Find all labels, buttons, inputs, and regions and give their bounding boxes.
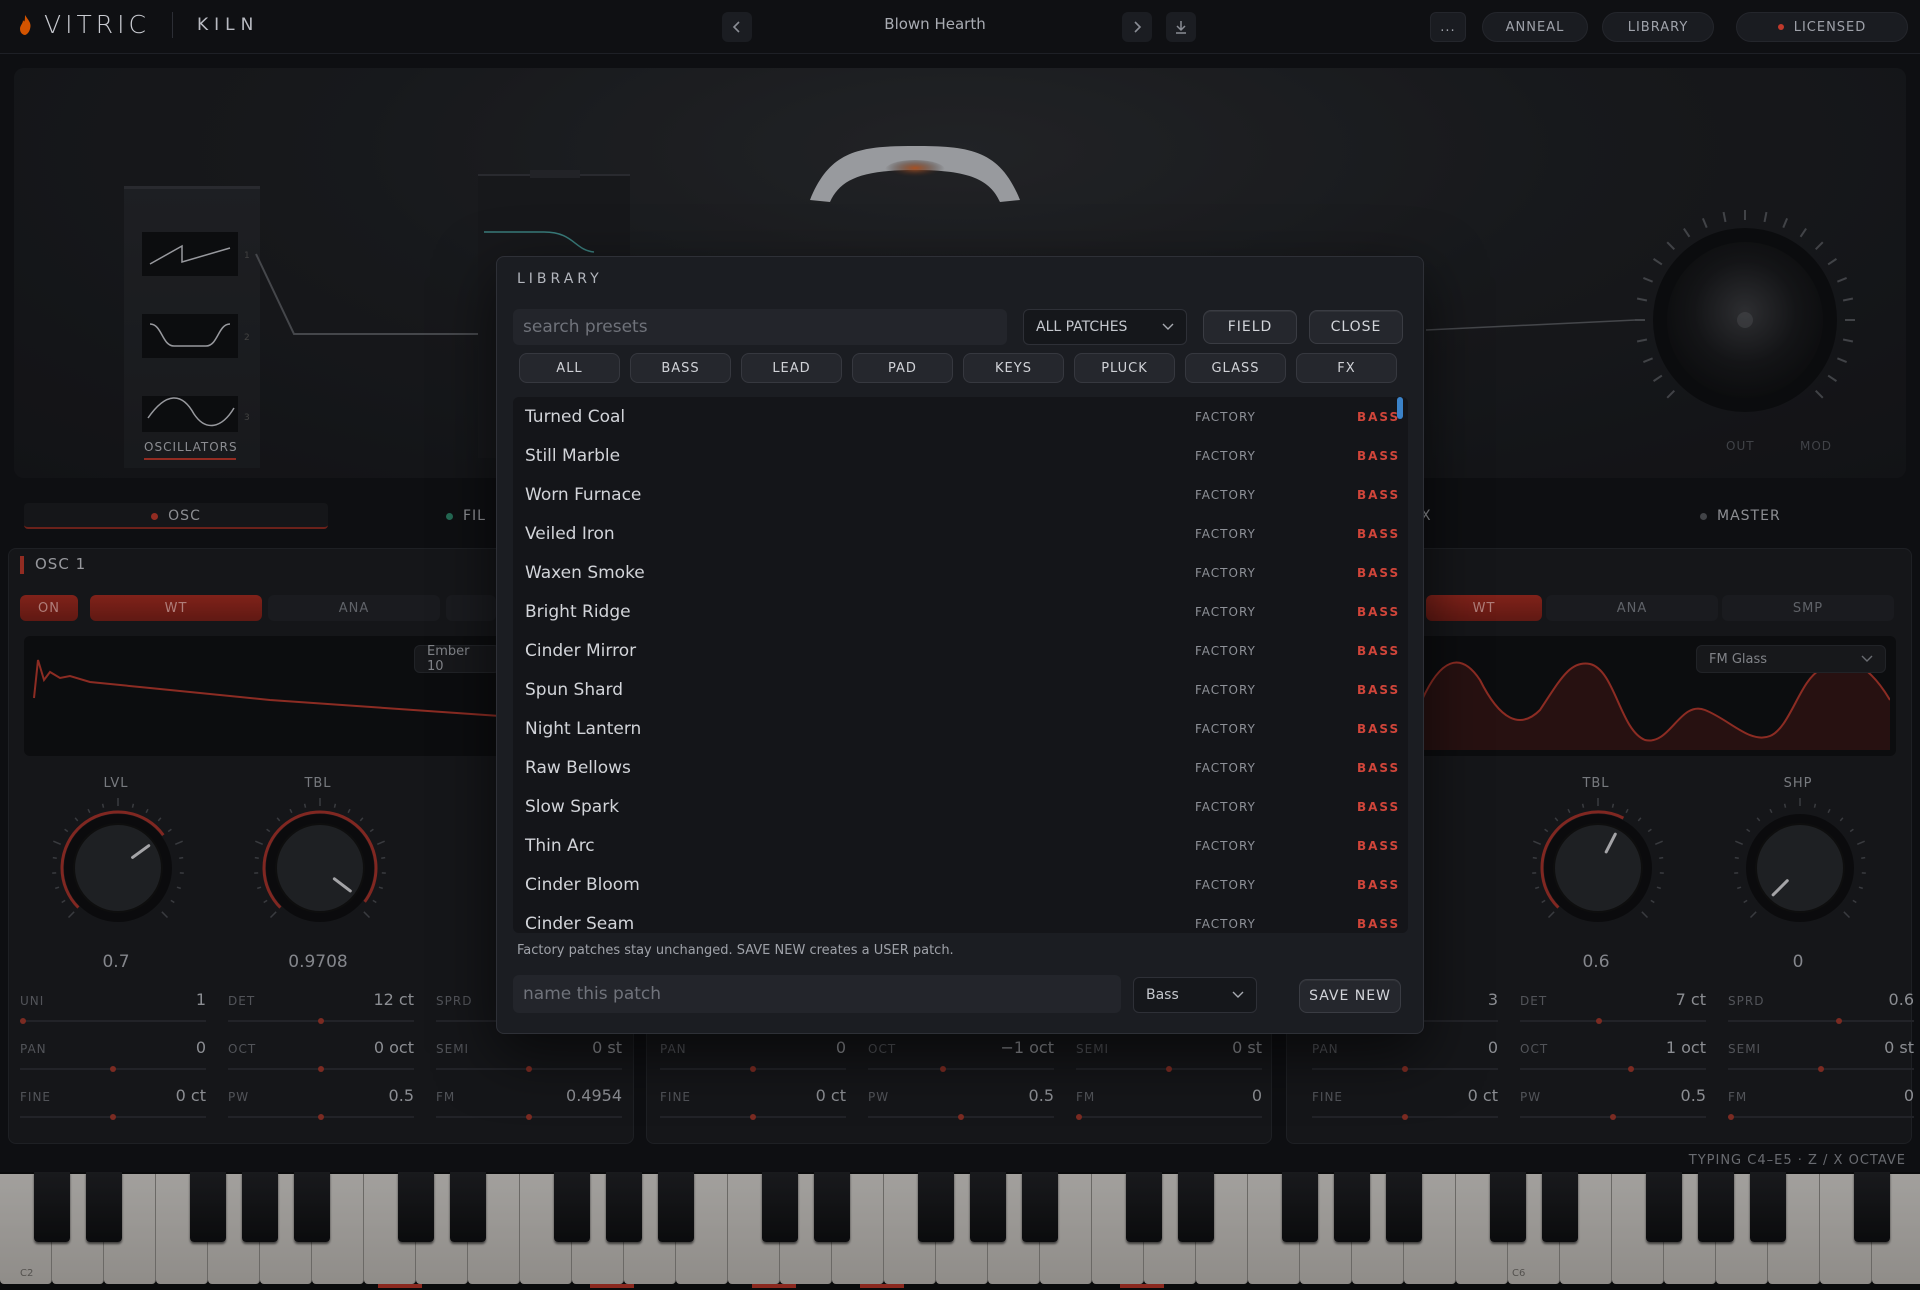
library-modal: LIBRARY ALL PATCHES FIELD CLOSE ALL BASS L… [496,256,1424,1034]
preset-category: BASS [1357,838,1401,853]
preset-name: Spun Shard [525,679,623,700]
preset-list-scrollbar[interactable] [1397,397,1403,419]
preset-list[interactable]: Turned Coal FACTORY BASS Still Marble FACTOR… [513,397,1408,933]
preset-source: FACTORY [1195,565,1256,580]
save-note: Factory patches stay unchanged. SAVE NEW… [517,943,954,958]
preset-row[interactable]: Veiled Iron FACTORY BASS [513,514,1398,553]
chevron-left-icon [732,21,740,33]
preset-name: Worn Furnace [525,484,642,505]
preset-category: BASS [1357,448,1401,463]
preset-row[interactable]: Cinder Bloom FACTORY BASS [513,865,1398,904]
preset-name: Cinder Seam [525,913,635,934]
preset-name: Turned Coal [525,406,626,427]
preset-category: BASS [1357,799,1401,814]
preset-row[interactable]: Worn Furnace FACTORY BASS [513,475,1398,514]
download-icon [1176,21,1186,34]
preset-source: FACTORY [1195,526,1256,541]
patch-filter-dropdown[interactable]: ALL PATCHES [1023,309,1187,345]
close-button[interactable]: CLOSE [1309,310,1403,344]
preset-source: FACTORY [1195,721,1256,736]
category-pad[interactable]: PAD [852,353,953,383]
preset-category: BASS [1357,409,1401,424]
save-category-value: Bass [1146,987,1179,1003]
preset-name: Veiled Iron [525,523,615,544]
preset-row[interactable]: Spun Shard FACTORY BASS [513,670,1398,709]
prev-preset-button[interactable] [722,12,752,42]
preset-name: Cinder Bloom [525,874,640,895]
preset-source: FACTORY [1195,643,1256,658]
preset-category: BASS [1357,604,1401,619]
chevron-right-icon [1134,21,1142,33]
chevron-down-icon [1162,323,1174,330]
preset-source: FACTORY [1195,448,1256,463]
save-preset-button[interactable] [1166,12,1196,42]
preset-category: BASS [1357,916,1401,931]
preset-row[interactable]: Waxen Smoke FACTORY BASS [513,553,1398,592]
license-status[interactable]: LICENSED [1736,12,1908,42]
preset-category: BASS [1357,565,1401,580]
preset-row[interactable]: Thin Arc FACTORY BASS [513,826,1398,865]
library-button[interactable]: LIBRARY [1602,12,1714,42]
patch-filter-value: ALL PATCHES [1036,319,1128,335]
preset-row[interactable]: Cinder Mirror FACTORY BASS [513,631,1398,670]
license-status-dot [1777,24,1784,30]
category-pluck[interactable]: PLUCK [1074,353,1175,383]
preset-name: Raw Bellows [525,757,631,778]
preset-category: BASS [1357,526,1401,541]
product-name: KILN [196,14,260,35]
preset-source: FACTORY [1195,487,1256,502]
preset-row[interactable]: Slow Spark FACTORY BASS [513,787,1398,826]
patch-name-input[interactable] [513,975,1121,1013]
preset-category: BASS [1357,721,1401,736]
category-fx[interactable]: FX [1296,353,1397,383]
current-preset-name[interactable]: Blown Hearth [820,15,1050,33]
preset-name: Bright Ridge [525,601,631,622]
preset-row[interactable]: Night Lantern FACTORY BASS [513,709,1398,748]
category-keys[interactable]: KEYS [963,353,1064,383]
preset-row[interactable]: Turned Coal FACTORY BASS [513,397,1398,436]
anneal-button[interactable]: ANNEAL [1482,12,1588,42]
preset-row[interactable]: Raw Bellows FACTORY BASS [513,748,1398,787]
category-all[interactable]: ALL [519,353,620,383]
preset-name: Night Lantern [525,718,642,739]
next-preset-button[interactable] [1122,12,1152,42]
more-button[interactable]: ... [1430,12,1466,42]
preset-source: FACTORY [1195,916,1256,931]
search-input[interactable] [513,309,1007,345]
flame-icon [20,14,31,35]
save-new-button[interactable]: SAVE NEW [1299,979,1401,1013]
preset-name: Thin Arc [525,835,595,856]
preset-category: BASS [1357,487,1401,502]
preset-source: FACTORY [1195,682,1256,697]
preset-name: Waxen Smoke [525,562,645,583]
preset-category: BASS [1357,682,1401,697]
preset-name: Slow Spark [525,796,620,817]
field-button[interactable]: FIELD [1203,310,1297,344]
preset-source: FACTORY [1195,838,1256,853]
category-glass[interactable]: GLASS [1185,353,1286,383]
preset-row[interactable]: Bright Ridge FACTORY BASS [513,592,1398,631]
preset-row[interactable]: Still Marble FACTORY BASS [513,436,1398,475]
logo: VITRIC KILN [16,10,259,39]
preset-source: FACTORY [1195,604,1256,619]
license-label: LICENSED [1793,19,1867,35]
preset-source: FACTORY [1195,409,1256,424]
brand-divider [171,11,173,38]
library-title: LIBRARY [517,271,603,287]
chevron-down-icon [1232,991,1244,998]
preset-category: BASS [1357,643,1401,658]
preset-name: Cinder Mirror [525,640,637,661]
save-category-dropdown[interactable]: Bass [1133,977,1257,1013]
preset-category: BASS [1357,760,1401,775]
preset-name: Still Marble [525,445,621,466]
preset-source: FACTORY [1195,799,1256,814]
category-lead[interactable]: LEAD [741,353,842,383]
preset-category: BASS [1357,877,1401,892]
brand-name: VITRIC [44,10,150,39]
preset-row[interactable]: Cinder Seam FACTORY BASS [513,904,1398,934]
preset-source: FACTORY [1195,760,1256,775]
category-bass[interactable]: BASS [630,353,731,383]
preset-source: FACTORY [1195,877,1256,892]
